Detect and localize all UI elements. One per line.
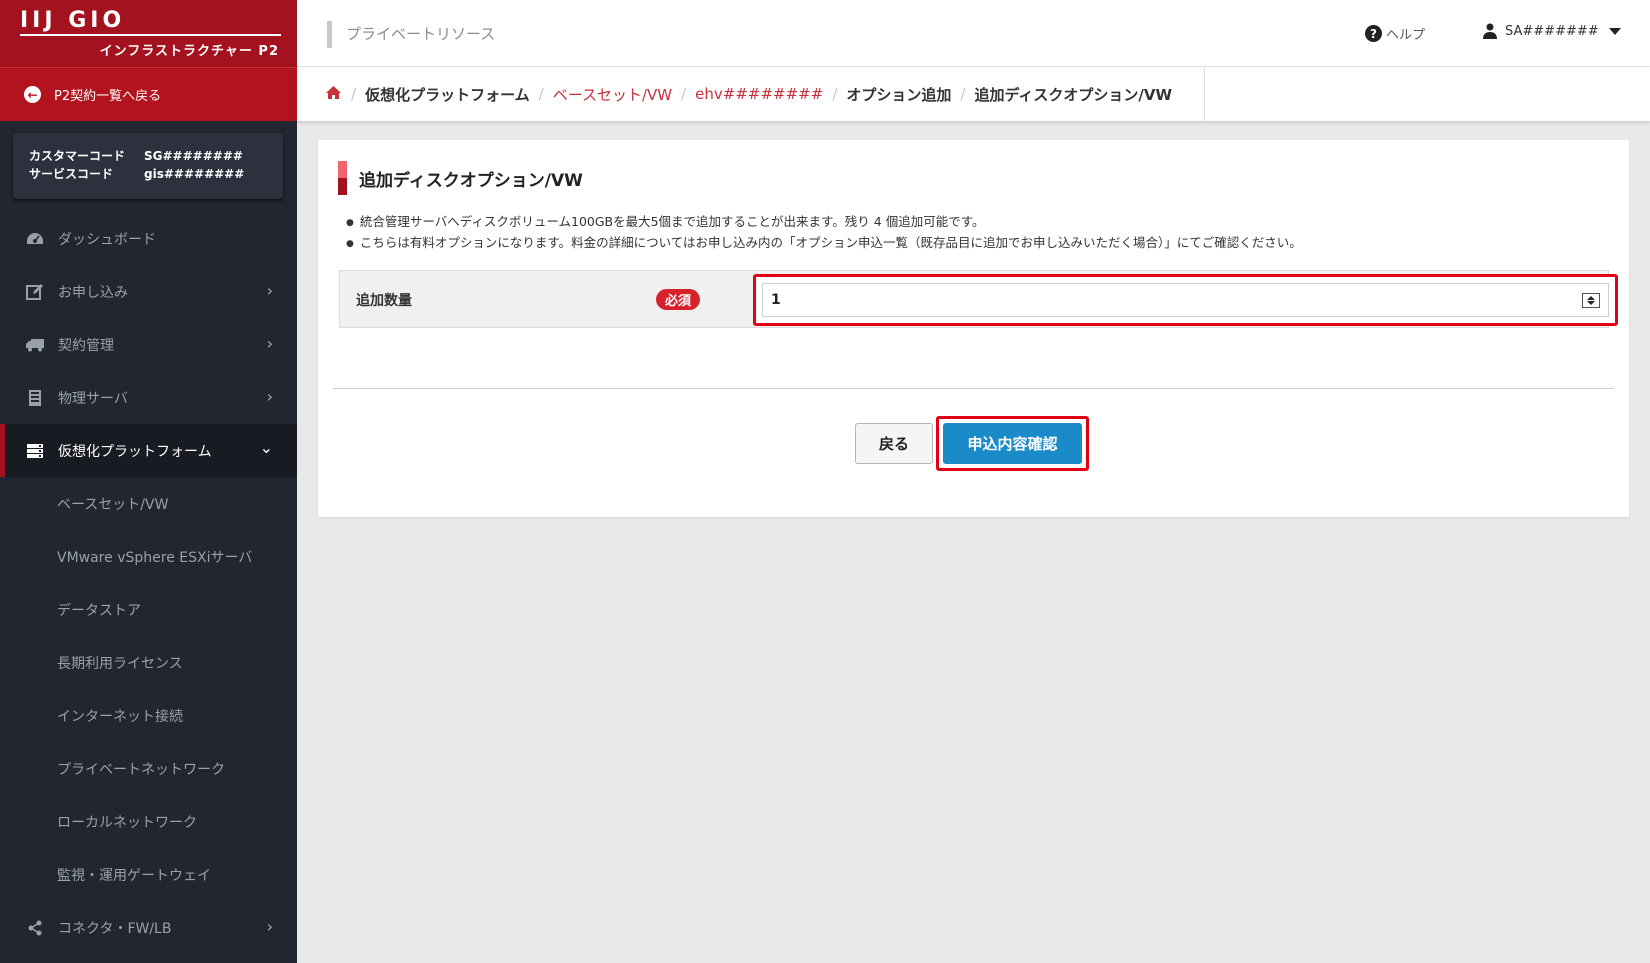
customer-code-label: カスタマーコード: [29, 149, 126, 163]
brand-subtitle: インフラストラクチャー P2: [99, 44, 279, 59]
sidebar-item-label: お申し込み: [58, 284, 128, 301]
note-item: 統合管理サーバへディスクボリューム100GBを最大5個まで追加することが出来ます…: [346, 212, 1302, 233]
sidebar-item-label: コネクタ・FW/LB: [58, 920, 172, 937]
service-code-value: gis########: [144, 167, 245, 181]
panel-title: 追加ディスクオプション/VW: [338, 161, 583, 195]
server-icon: [25, 388, 45, 408]
question-circle-icon: ?: [1365, 25, 1382, 42]
sidebar-item-virtualization-platform[interactable]: 仮想化プラットフォーム ⌄: [0, 424, 297, 477]
confirm-application-button[interactable]: 申込内容確認: [943, 423, 1082, 464]
sidebar-subitem-internet-connection[interactable]: インターネット接続: [0, 689, 297, 742]
truck-icon: [25, 335, 45, 355]
breadcrumb-separator: /: [351, 85, 357, 103]
edit-icon: [25, 282, 45, 302]
sidebar-subitem-esxi-server[interactable]: VMware vSphere ESXiサーバ: [0, 530, 297, 583]
account-codes-box: カスタマーコード SG######## サービスコード gis########: [13, 133, 283, 199]
sidebar-subitem-baseset-vw[interactable]: ベースセット/VW: [0, 477, 297, 530]
help-label: ヘルプ: [1386, 28, 1426, 43]
home-icon[interactable]: [325, 85, 342, 104]
sidebar-item-dashboard[interactable]: ダッシュボード: [0, 212, 297, 265]
brand-logo-text: IIJ GIO: [20, 8, 126, 33]
breadcrumb-separator: /: [681, 85, 687, 103]
breadcrumb-baseset-link[interactable]: ベースセット/VW: [553, 84, 672, 105]
breadcrumb-ehv-link[interactable]: ehv########: [695, 85, 823, 103]
breadcrumb-separator: /: [960, 85, 966, 103]
breadcrumb-option-add: オプション追加: [846, 85, 952, 104]
sidebar-item-label: 物理サーバ: [58, 390, 128, 407]
back-to-contract-list-link[interactable]: ← P2契約一覧へ戻る: [0, 67, 297, 121]
panel-title-text: 追加ディスクオプション/VW: [359, 170, 583, 191]
required-badge: 必須: [656, 289, 701, 310]
logo-rule: [20, 34, 281, 36]
section-title: プライベートリソース: [327, 21, 495, 48]
back-to-contract-list-label: P2契約一覧へ戻る: [54, 89, 162, 104]
share-icon: [25, 918, 45, 938]
chevron-right-icon: ›: [266, 387, 273, 406]
disk-option-panel: 追加ディスクオプション/VW 統合管理サーバへディスクボリューム100GBを最大…: [318, 140, 1629, 517]
help-link[interactable]: ? ヘルプ: [1365, 24, 1425, 43]
sidebar-item-label: 契約管理: [58, 337, 114, 354]
sidebar-item-application[interactable]: お申し込み ›: [0, 265, 297, 318]
top-header: プライベートリソース ? ヘルプ SA#######: [297, 0, 1650, 67]
divider: [333, 388, 1614, 389]
quantity-form-row: 追加数量 必須 1: [339, 270, 1618, 328]
note-item: こちらは有料オプションになります。料金の詳細についてはお申し込み内の「オプション…: [346, 233, 1302, 254]
breadcrumb-separator: /: [832, 85, 838, 103]
sidebar-subitem-private-network[interactable]: プライベートネットワーク: [0, 742, 297, 795]
caret-down-icon: [1608, 27, 1621, 35]
chevron-right-icon: ›: [266, 917, 273, 936]
sidebar-item-connector-fw-lb[interactable]: コネクタ・FW/LB ›: [0, 901, 297, 954]
customer-code-value: SG########: [144, 149, 243, 163]
sidebar-subitem-long-term-license[interactable]: 長期利用ライセンス: [0, 636, 297, 689]
sidebar-subitem-monitoring-gateway[interactable]: 監視・運用ゲートウェイ: [0, 848, 297, 901]
submit-highlight-box: 申込内容確認: [936, 416, 1089, 471]
sidebar: IIJ GIO インフラストラクチャー P2 ← P2契約一覧へ戻る カスタマー…: [0, 0, 297, 963]
sidebar-subitem-local-network[interactable]: ローカルネットワーク: [0, 795, 297, 848]
spinner-arrows-icon[interactable]: [1582, 293, 1600, 308]
sidebar-item-contract[interactable]: 契約管理 ›: [0, 318, 297, 371]
quantity-label: 追加数量: [356, 293, 412, 309]
dashboard-icon: [25, 229, 45, 249]
sidebar-subitem-datastore[interactable]: データストア: [0, 583, 297, 636]
user-name: SA#######: [1505, 23, 1599, 39]
back-button[interactable]: 戻る: [855, 423, 933, 464]
breadcrumb-current: 追加ディスクオプション/VW: [974, 67, 1206, 121]
breadcrumb-bar: / 仮想化プラットフォーム / ベースセット/VW / ehv######## …: [297, 67, 1650, 121]
sidebar-item-label: ダッシュボード: [58, 231, 156, 248]
quantity-highlight-box: 1: [753, 274, 1618, 326]
title-accent-bar: [338, 161, 347, 195]
sidebar-item-label: 仮想化プラットフォーム: [58, 443, 212, 460]
quantity-value: 1: [771, 292, 781, 308]
notes-list: 統合管理サーバへディスクボリューム100GBを最大5個まで追加することが出来ます…: [346, 212, 1302, 254]
service-code-label: サービスコード: [29, 167, 114, 181]
breadcrumb: / 仮想化プラットフォーム / ベースセット/VW / ehv######## …: [325, 67, 1206, 121]
chevron-right-icon: ›: [266, 334, 273, 353]
arrow-left-circle-icon: ←: [24, 86, 41, 103]
breadcrumb-virtualization: 仮想化プラットフォーム: [365, 85, 530, 104]
sidebar-nav: ダッシュボード お申し込み › 契約管理 › 物理サーバ › 仮想化プラットフォ…: [0, 212, 297, 954]
chevron-down-icon: ⌄: [259, 438, 273, 457]
breadcrumb-separator: /: [538, 85, 544, 103]
user-icon: [1483, 23, 1497, 39]
chevron-right-icon: ›: [266, 281, 273, 300]
user-menu[interactable]: SA#######: [1483, 23, 1621, 39]
logo[interactable]: IIJ GIO インフラストラクチャー P2: [0, 0, 297, 67]
stack-icon: [25, 441, 45, 461]
sidebar-item-physical-server[interactable]: 物理サーバ ›: [0, 371, 297, 424]
quantity-stepper[interactable]: 1: [762, 283, 1609, 317]
